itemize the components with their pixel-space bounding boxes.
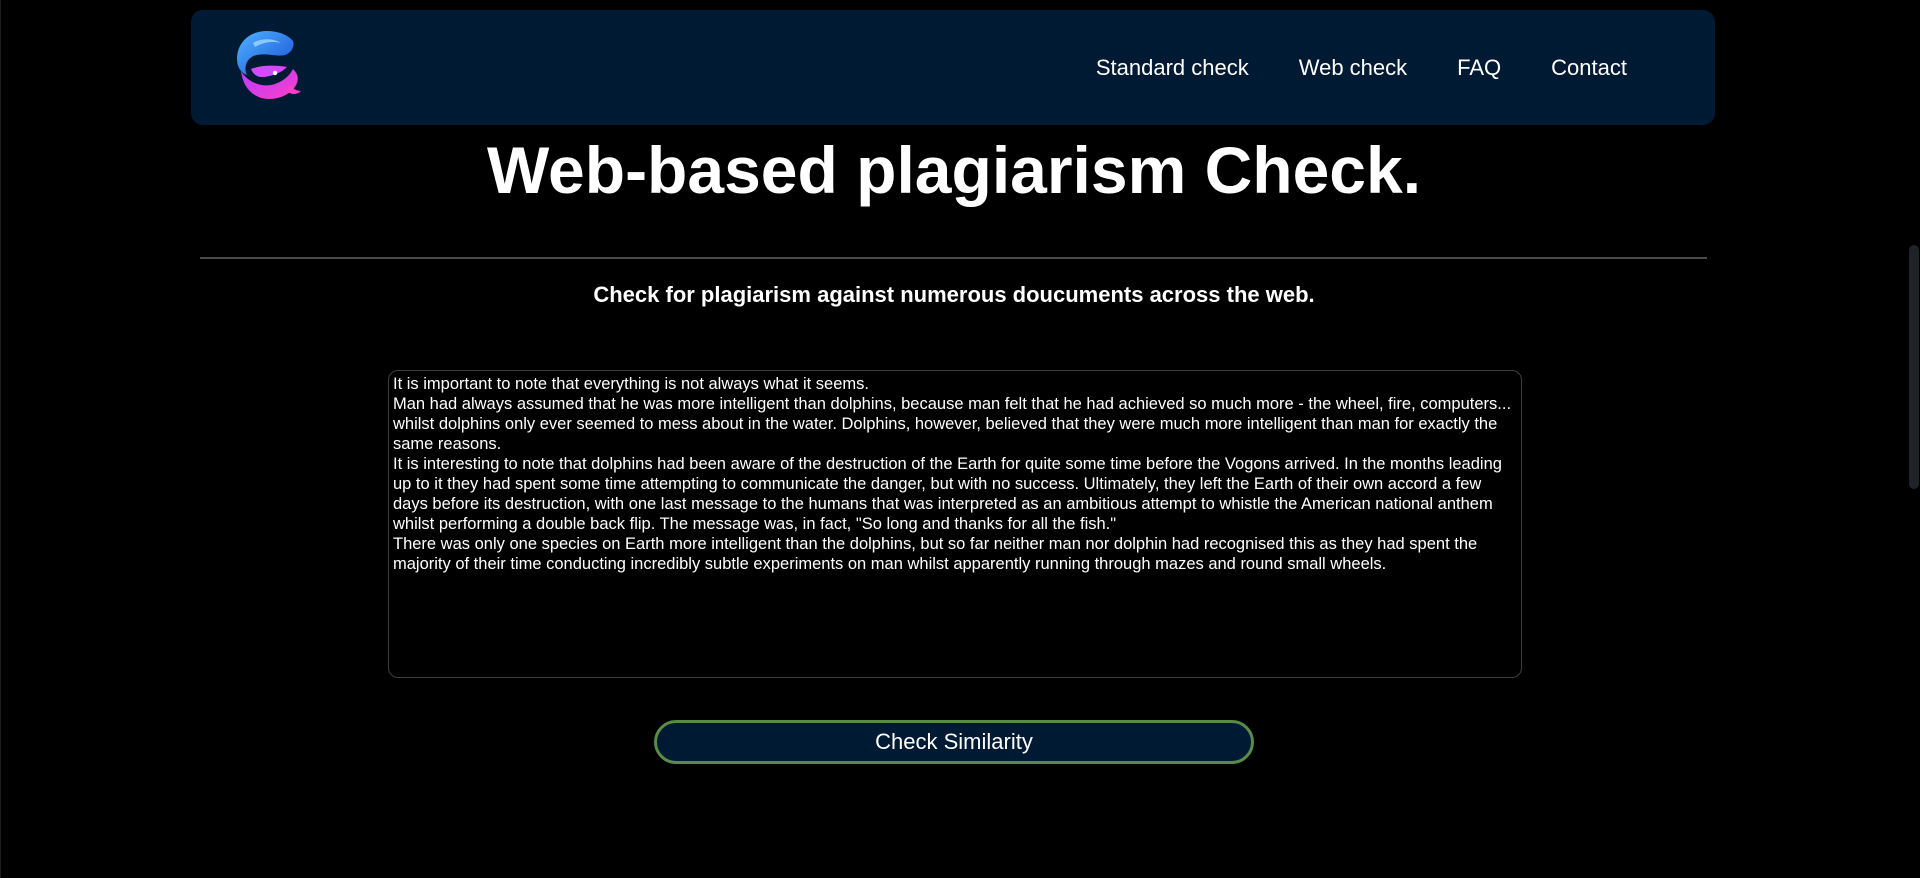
whale-logo-icon[interactable] — [231, 27, 303, 103]
check-similarity-button[interactable]: Check Similarity — [654, 720, 1254, 764]
scrollbar-track[interactable] — [1908, 0, 1920, 878]
navbar: Standard check Web check FAQ Contact — [191, 10, 1715, 125]
text-input[interactable]: It is important to note that everything … — [388, 370, 1522, 678]
main-nav: Standard check Web check FAQ Contact — [1096, 10, 1627, 125]
nav-link-contact[interactable]: Contact — [1551, 55, 1627, 81]
page: Standard check Web check FAQ Contact Web… — [0, 0, 1920, 878]
scrollbar-thumb[interactable] — [1909, 245, 1919, 489]
nav-link-faq[interactable]: FAQ — [1457, 55, 1501, 81]
nav-link-standard-check[interactable]: Standard check — [1096, 55, 1249, 81]
page-subtitle: Check for plagiarism against numerous do… — [593, 282, 1315, 307]
divider — [200, 257, 1707, 259]
nav-link-web-check[interactable]: Web check — [1299, 55, 1407, 81]
page-title: Web-based plagiarism Check. — [486, 133, 1422, 207]
